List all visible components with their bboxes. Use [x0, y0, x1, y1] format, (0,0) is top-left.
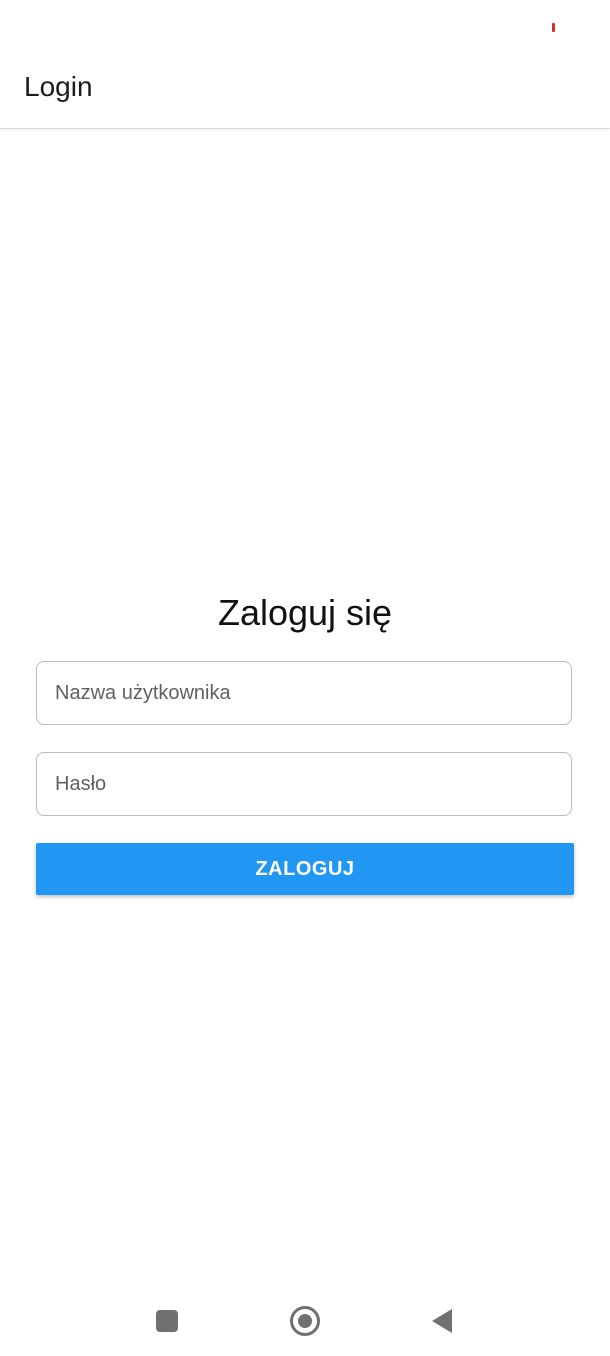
recents-icon[interactable]	[156, 1310, 178, 1332]
password-field[interactable]	[36, 752, 572, 816]
login-button[interactable]: ZALOGUJ	[36, 843, 574, 895]
app-title: Login	[24, 71, 93, 102]
username-field[interactable]	[36, 661, 572, 725]
app-bar: Login	[0, 44, 610, 129]
system-nav-bar	[0, 1290, 610, 1356]
back-icon[interactable]	[432, 1309, 452, 1333]
login-heading: Zaloguj się	[217, 592, 393, 633]
home-icon[interactable]	[290, 1306, 320, 1336]
home-icon-dot	[298, 1314, 312, 1328]
status-indicator	[552, 23, 555, 32]
